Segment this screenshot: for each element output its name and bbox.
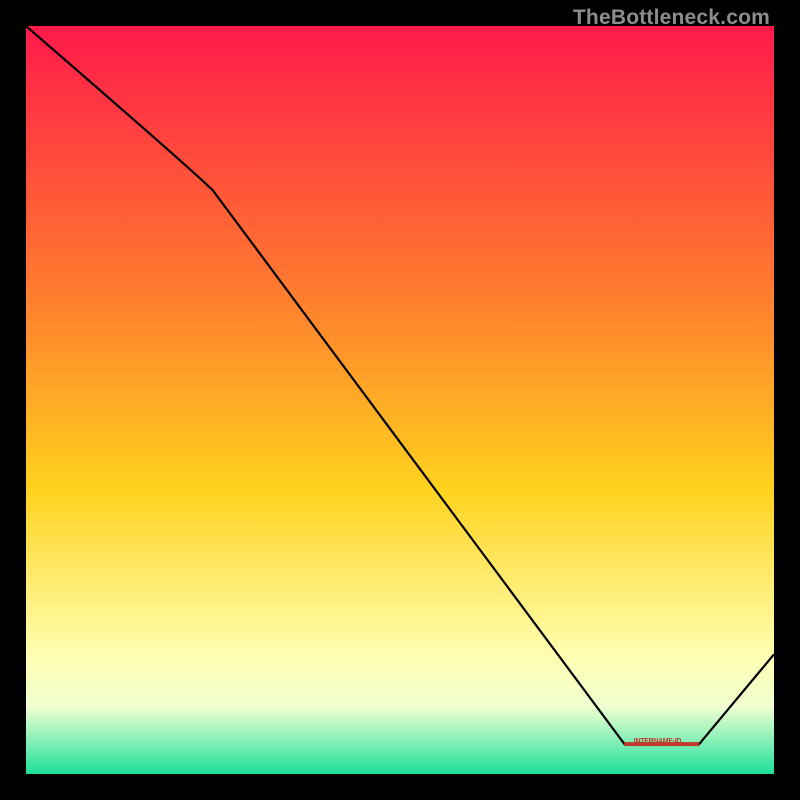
gradient-bg — [26, 26, 774, 774]
watermark-text: TheBottleneck.com — [573, 6, 770, 30]
marker-label: INTERNAME-ID — [634, 738, 681, 745]
chart-frame: INTERNAME-ID — [26, 26, 774, 774]
chart-svg — [26, 26, 774, 774]
